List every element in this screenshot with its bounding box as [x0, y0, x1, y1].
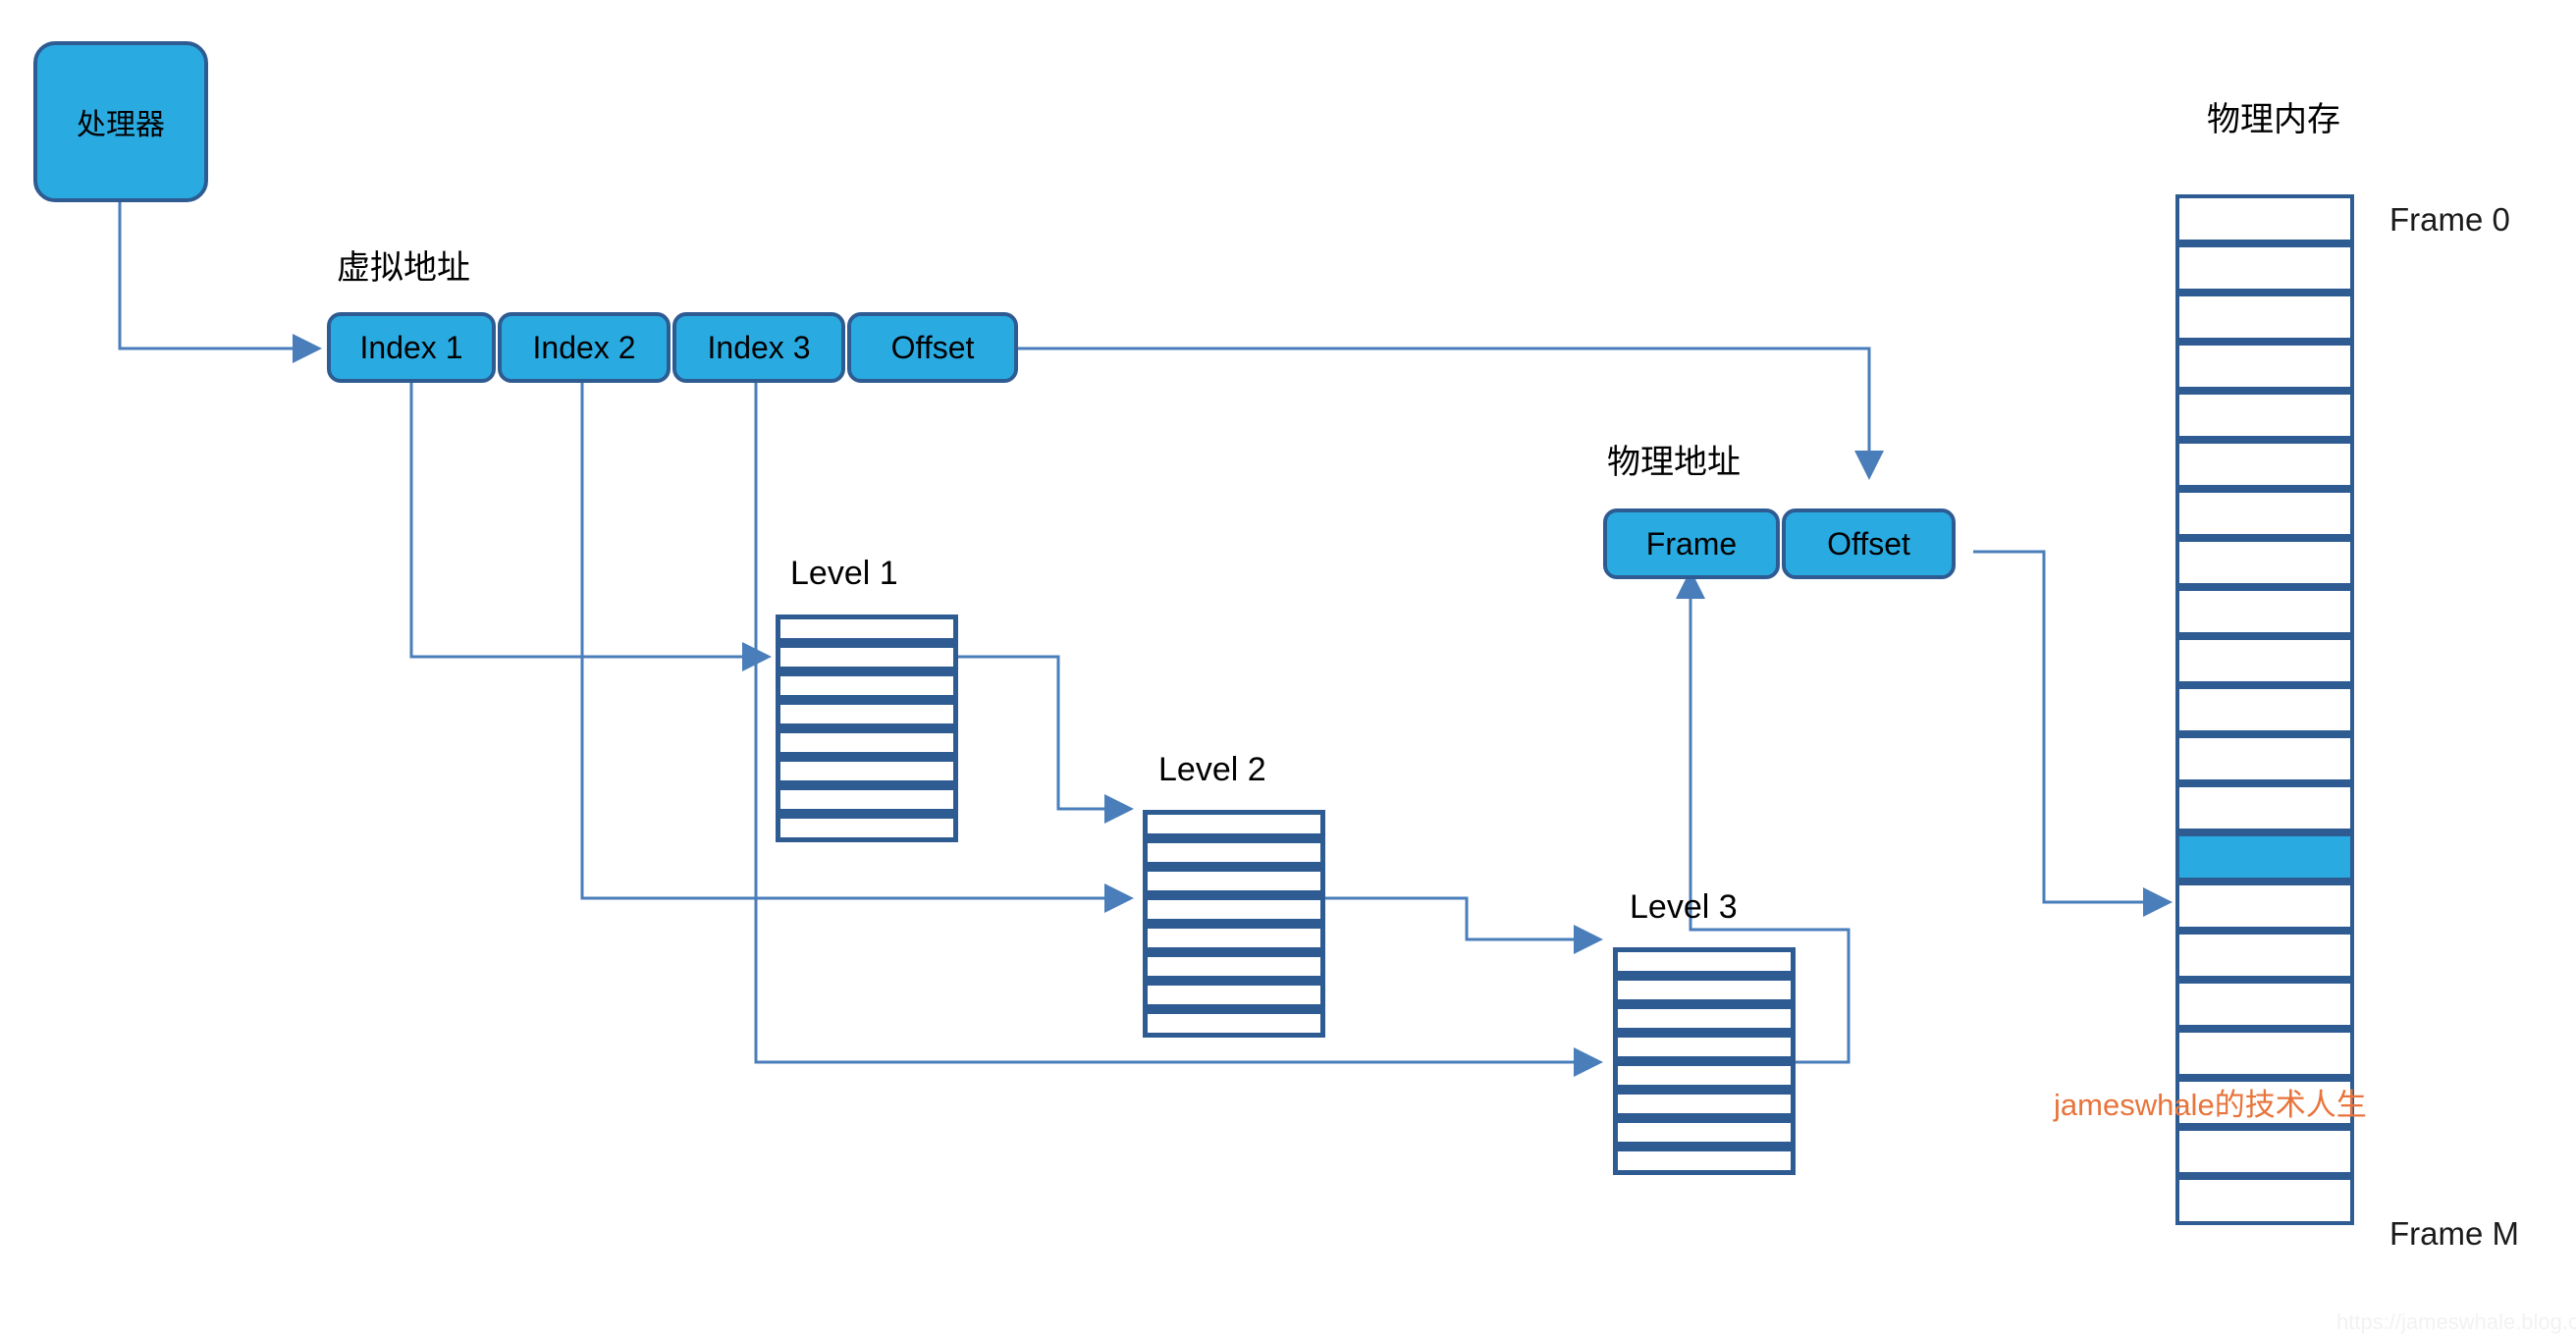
processor-label: 处理器: [77, 109, 165, 141]
page-table-entry[interactable]: [1613, 947, 1796, 976]
memory-frame[interactable]: [2175, 391, 2354, 440]
page-table-entry[interactable]: [1143, 1009, 1325, 1038]
segment-label: Offset: [890, 329, 975, 365]
memory-frame[interactable]: [2175, 980, 2354, 1029]
page-table-level3[interactable]: [1613, 947, 1796, 1175]
memory-frame[interactable]: [2175, 636, 2354, 685]
memory-frame[interactable]: [2175, 293, 2354, 342]
level1-caption: Level 1: [790, 555, 898, 592]
memory-frame[interactable]: [2175, 587, 2354, 636]
segment-label: Index 2: [532, 329, 636, 365]
diagram-canvas: 处理器 虚拟地址 Index 1 Index 2 Index 3 Offset …: [0, 0, 2576, 1337]
wire-processor-to-index1: [118, 201, 322, 363]
memory-frame[interactable]: [2175, 882, 2354, 931]
virtual-address-segment-index1[interactable]: Index 1: [327, 312, 496, 383]
physical-memory-caption: 物理内存: [2207, 101, 2340, 138]
memory-frame[interactable]: [2175, 440, 2354, 489]
wire-level2-to-level3: [1323, 896, 1603, 954]
page-table-entry[interactable]: [1613, 1090, 1796, 1118]
page-table-entry[interactable]: [1613, 1061, 1796, 1090]
segment-label: Offset: [1827, 525, 1910, 562]
virtual-address-caption: 虚拟地址: [337, 249, 470, 287]
page-table-level2[interactable]: [1143, 810, 1325, 1038]
page-table-entry[interactable]: [1143, 924, 1325, 952]
memory-frame[interactable]: [2175, 931, 2354, 980]
page-table-level1[interactable]: [776, 615, 958, 842]
url-watermark: https://jameswhale.blog.csdn.net: [2336, 1310, 2576, 1334]
wire-offset-to-offset: [1017, 347, 1884, 480]
page-table-entry[interactable]: [776, 728, 958, 757]
page-table-entry[interactable]: [1143, 981, 1325, 1009]
page-table-entry[interactable]: [1613, 976, 1796, 1004]
memory-frame[interactable]: [2175, 1127, 2354, 1176]
page-table-entry[interactable]: [776, 700, 958, 728]
memory-frame[interactable]: [2175, 1176, 2354, 1225]
page-table-entry[interactable]: [776, 814, 958, 842]
page-table-entry[interactable]: [776, 757, 958, 785]
page-table-entry[interactable]: [776, 643, 958, 671]
virtual-address-segment-index3[interactable]: Index 3: [672, 312, 845, 383]
page-table-entry[interactable]: [1143, 810, 1325, 838]
page-table-entry[interactable]: [1143, 838, 1325, 867]
physical-memory-column[interactable]: [2175, 194, 2354, 1225]
virtual-address-segment-offset[interactable]: Offset: [847, 312, 1018, 383]
page-table-entry[interactable]: [1613, 1147, 1796, 1175]
page-table-entry[interactable]: [1613, 1033, 1796, 1061]
memory-frame[interactable]: [2175, 194, 2354, 243]
memory-frame[interactable]: [2175, 783, 2354, 832]
page-table-entry[interactable]: [1613, 1004, 1796, 1033]
segment-label: Index 1: [359, 329, 463, 365]
physical-address-caption: 物理地址: [1607, 444, 1741, 481]
author-watermark: jameswhale的技术人生: [2054, 1088, 2367, 1122]
level2-caption: Level 2: [1158, 751, 1266, 788]
memory-frame[interactable]: [2175, 734, 2354, 783]
page-table-entry[interactable]: [1143, 867, 1325, 895]
page-table-entry[interactable]: [776, 615, 958, 643]
frame-m-label: Frame M: [2389, 1215, 2519, 1252]
physical-address-segment-frame[interactable]: Frame: [1603, 508, 1780, 579]
memory-frame[interactable]: [2175, 243, 2354, 293]
virtual-address-segment-index2[interactable]: Index 2: [498, 312, 671, 383]
memory-frame[interactable]: [2175, 1029, 2354, 1078]
wire-physaddr-to-memory: [1973, 550, 2173, 917]
level3-caption: Level 3: [1630, 888, 1738, 926]
segment-label: Frame: [1645, 525, 1738, 562]
page-table-entry[interactable]: [776, 671, 958, 700]
page-table-entry[interactable]: [1613, 1118, 1796, 1147]
memory-frame[interactable]: [2175, 342, 2354, 391]
wire-level1-to-level2: [958, 655, 1134, 824]
memory-frame-highlighted[interactable]: [2175, 832, 2354, 882]
segment-label: Index 3: [707, 329, 811, 365]
frame-zero-label: Frame 0: [2389, 201, 2510, 238]
memory-frame[interactable]: [2175, 685, 2354, 734]
processor-box[interactable]: 处理器: [33, 41, 208, 202]
physical-address-segment-offset[interactable]: Offset: [1782, 508, 1956, 579]
page-table-entry[interactable]: [776, 785, 958, 814]
page-table-entry[interactable]: [1143, 952, 1325, 981]
wire-index1-to-level1: [409, 383, 772, 671]
page-table-entry[interactable]: [1143, 895, 1325, 924]
memory-frame[interactable]: [2175, 538, 2354, 587]
memory-frame[interactable]: [2175, 489, 2354, 538]
